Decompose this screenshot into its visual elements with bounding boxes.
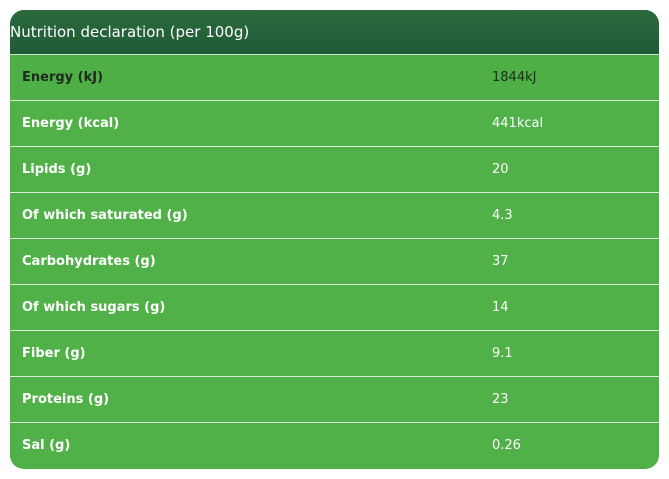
table-row: Energy (kcal) 441kcal [10,101,659,147]
table-title: Nutrition declaration (per 100g) [10,23,250,41]
table-row: Proteins (g) 23 [10,377,659,423]
table-row: Lipids (g) 20 [10,147,659,193]
row-label: Of which sugars (g) [22,300,166,315]
row-label: Lipids (g) [22,162,92,177]
table-row: Energy (kJ) 1844kJ [10,55,659,101]
row-label: Sal (g) [22,438,71,453]
row-label: Of which saturated (g) [22,208,188,223]
row-value: 9.1 [492,346,513,361]
row-value: 20 [492,162,509,177]
nutrition-table: Nutrition declaration (per 100g) Energy … [10,10,659,469]
row-label: Proteins (g) [22,392,110,407]
table-row: Of which sugars (g) 14 [10,285,659,331]
table-row: Sal (g) 0.26 [10,423,659,468]
row-label: Energy (kcal) [22,116,120,131]
row-label: Fiber (g) [22,346,86,361]
row-value: 0.26 [492,438,521,453]
row-label: Carbohydrates (g) [22,254,156,269]
table-header: Nutrition declaration (per 100g) [10,10,659,55]
row-value: 4.3 [492,208,513,223]
row-value: 23 [492,392,509,407]
table-body: Energy (kJ) 1844kJ Energy (kcal) 441kcal… [10,55,659,468]
table-row: Fiber (g) 9.1 [10,331,659,377]
row-value: 1844kJ [492,70,537,85]
row-value: 441kcal [492,116,544,131]
row-value: 14 [492,300,509,315]
row-label: Energy (kJ) [22,70,104,85]
table-row: Carbohydrates (g) 37 [10,239,659,285]
table-row: Of which saturated (g) 4.3 [10,193,659,239]
row-value: 37 [492,254,509,269]
